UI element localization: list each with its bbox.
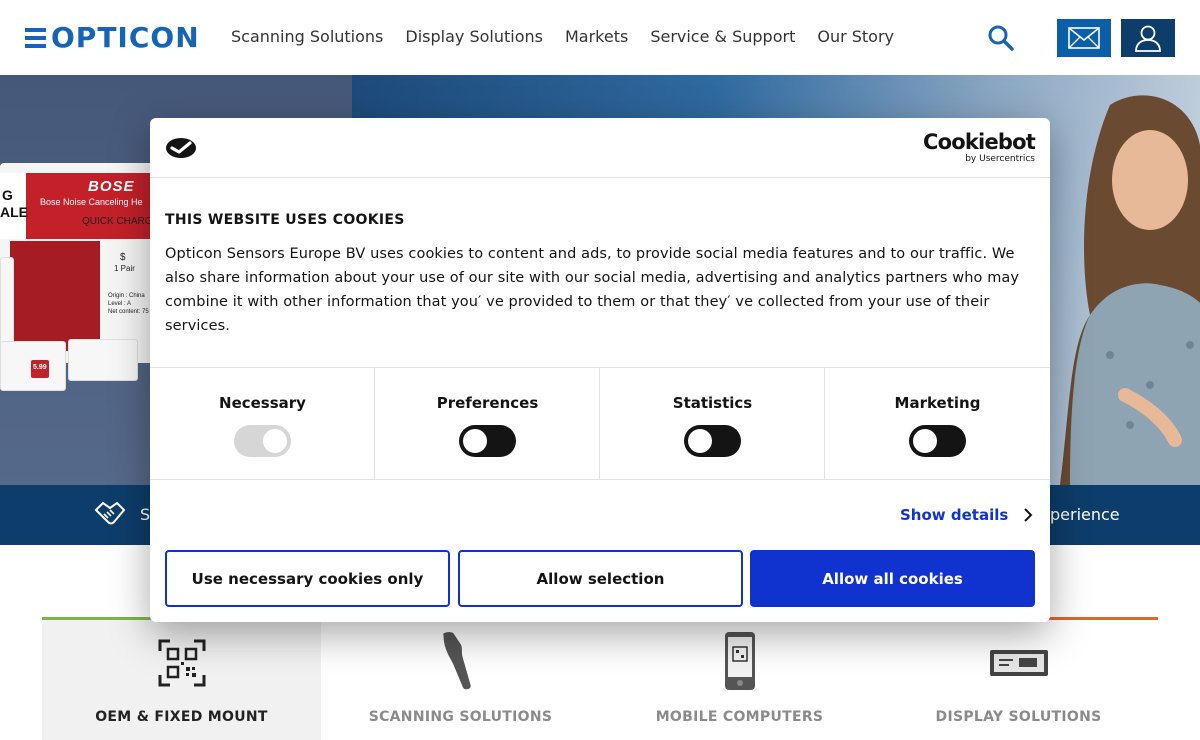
esl-small-label-3 [68, 339, 138, 381]
contact-mail-button[interactable] [1057, 19, 1111, 57]
consent-necessary: Necessary [150, 368, 375, 480]
strip-right-text: perience [1050, 505, 1120, 524]
dialog-title: THIS WEBSITE USES COOKIES [165, 212, 405, 228]
esl-quick-charge: QUICK CHARG [82, 216, 153, 227]
cookiebot-brand-main: Cookiebot [923, 130, 1036, 154]
nav-scanning-solutions[interactable]: Scanning Solutions [231, 25, 383, 49]
consent-label: Preferences [436, 394, 539, 412]
dialog-description: Opticon Sensors Europe BV uses cookies t… [165, 246, 1020, 334]
cookie-consent-dialog: Cookiebot by Usercentrics THIS WEBSITE U… [150, 118, 1050, 622]
woman-photo [1060, 95, 1200, 485]
esl-sale-2: ALE [0, 204, 28, 220]
nav-service-support[interactable]: Service & Support [650, 25, 795, 49]
allow-selection-button[interactable]: Allow selection [458, 550, 743, 607]
cookiebot-brand[interactable]: Cookiebot by Usercentrics [923, 130, 1036, 165]
preferences-toggle[interactable] [459, 425, 516, 457]
consent-label: Marketing [894, 394, 981, 412]
category-label: OEM & FIXED MOUNT [95, 709, 268, 725]
esl-origin: Origin : China [108, 293, 145, 299]
esl-small-price: 5.99 [33, 364, 47, 371]
opticon-logo[interactable]: OPTICON [25, 23, 200, 53]
esl-product: Bose Noise Canceling He [40, 197, 143, 207]
logo-text: OPTICON [51, 21, 200, 54]
consent-categories: Necessary Preferences Statistics Marketi… [150, 367, 1050, 480]
consent-label: Necessary [219, 394, 306, 412]
esl-price-unit: 1 Pair [114, 264, 135, 273]
category-label: DISPLAY SOLUTIONS [935, 709, 1102, 725]
main-nav: Scanning Solutions Display Solutions Mar… [231, 25, 916, 49]
search-icon [988, 25, 1014, 51]
esl-price-symbol: $ [120, 252, 126, 263]
category-scanning-solutions[interactable]: SCANNING SOLUTIONS [321, 617, 600, 740]
cookie-logo-icon [166, 138, 196, 158]
esl-display-icon [990, 650, 1048, 676]
show-details-link[interactable]: Show details [900, 506, 1034, 524]
toggle-knob [263, 429, 287, 453]
esl-net: Net content: 75 [108, 309, 149, 315]
chevron-right-icon [1024, 508, 1033, 522]
consent-label: Statistics [672, 394, 753, 412]
handshake-icon [94, 501, 126, 525]
category-label: SCANNING SOLUTIONS [368, 709, 553, 725]
toggle-knob [913, 429, 937, 453]
category-tabs: OEM & FIXED MOUNT SCANNING SOLUTIONS MOB… [42, 617, 1158, 740]
esl-sale-1: G [2, 187, 13, 203]
qr-code-icon [158, 639, 206, 687]
allow-all-button[interactable]: Allow all cookies [750, 550, 1035, 607]
necessary-only-button[interactable]: Use necessary cookies only [165, 550, 450, 607]
show-details-label: Show details [900, 506, 1009, 524]
statistics-toggle[interactable] [684, 425, 741, 457]
esl-small-label-2: 5.99 [0, 341, 66, 391]
esl-brand: BOSE [88, 178, 135, 195]
consent-marketing: Marketing [825, 368, 1050, 480]
marketing-toggle[interactable] [909, 425, 966, 457]
esl-level: Level : A [108, 301, 132, 307]
search-button[interactable] [987, 24, 1015, 52]
consent-statistics: Statistics [600, 368, 825, 480]
strip-left-text: S [140, 505, 151, 524]
mail-icon [1068, 27, 1100, 49]
site-header: OPTICON Scanning Solutions Display Solut… [0, 0, 1200, 75]
esl-quick-detail: 15 min for 3. [82, 229, 141, 240]
category-oem-fixed-mount[interactable]: OEM & FIXED MOUNT [42, 617, 321, 740]
toggle-knob [463, 429, 487, 453]
handheld-scanner-icon [443, 632, 471, 690]
nav-display-solutions[interactable]: Display Solutions [405, 25, 543, 49]
nav-our-story[interactable]: Our Story [817, 25, 894, 49]
necessary-toggle [234, 425, 291, 457]
dialog-header: Cookiebot by Usercentrics [150, 118, 1050, 178]
nav-markets[interactable]: Markets [565, 25, 628, 49]
esl-product-photo [10, 241, 100, 351]
account-button[interactable] [1121, 19, 1175, 57]
mobile-phone-icon [725, 632, 755, 690]
cookiebot-brand-sub: by Usercentrics [965, 154, 1035, 164]
logo-bars-icon [25, 28, 46, 48]
user-icon [1135, 25, 1161, 52]
toggle-knob [688, 429, 712, 453]
category-label: MOBILE COMPUTERS [655, 709, 824, 725]
category-mobile-computers[interactable]: MOBILE COMPUTERS [600, 617, 879, 740]
category-display-solutions[interactable]: DISPLAY SOLUTIONS [879, 617, 1158, 740]
consent-preferences: Preferences [375, 368, 600, 480]
